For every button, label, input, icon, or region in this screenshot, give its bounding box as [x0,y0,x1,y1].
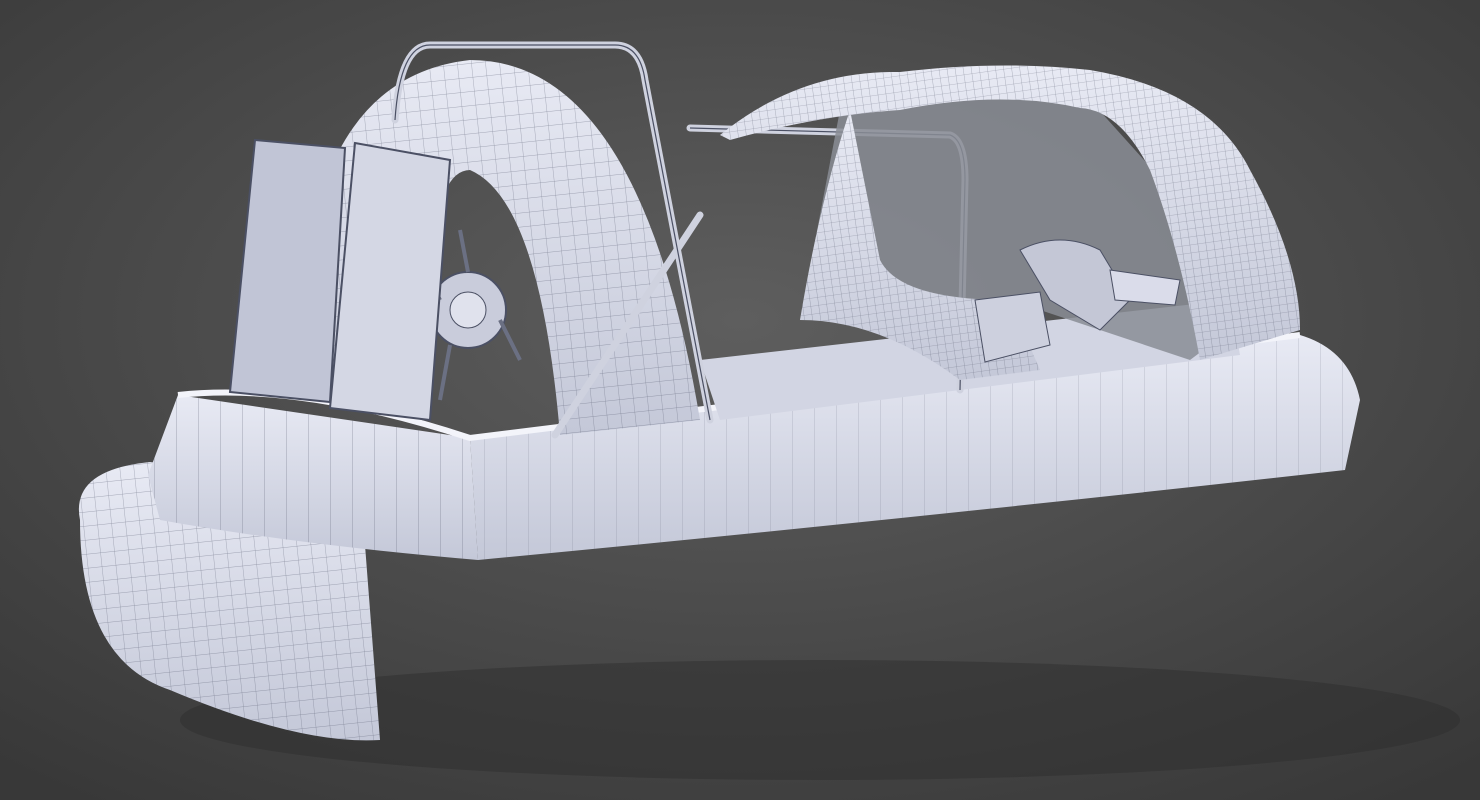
hovercraft-render: // Skirt lobes (geometry computed here; … [0,0,1480,800]
